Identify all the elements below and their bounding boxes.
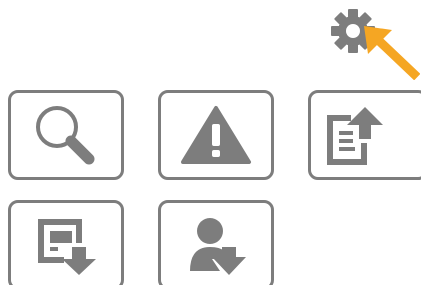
search-tile-button[interactable] — [8, 90, 124, 180]
warning-icon — [181, 106, 251, 164]
arrow-pointer-icon — [364, 26, 420, 80]
warning-tile-button[interactable] — [158, 90, 274, 180]
document-upload-icon — [327, 107, 383, 165]
import-tile-button[interactable] — [8, 200, 124, 285]
action-panel — [0, 0, 421, 285]
user-download-icon — [190, 218, 246, 275]
screen-download-icon — [38, 219, 96, 275]
user-import-tile-button[interactable] — [158, 200, 274, 285]
export-tile-button[interactable] — [308, 90, 421, 180]
search-icon — [36, 106, 95, 165]
